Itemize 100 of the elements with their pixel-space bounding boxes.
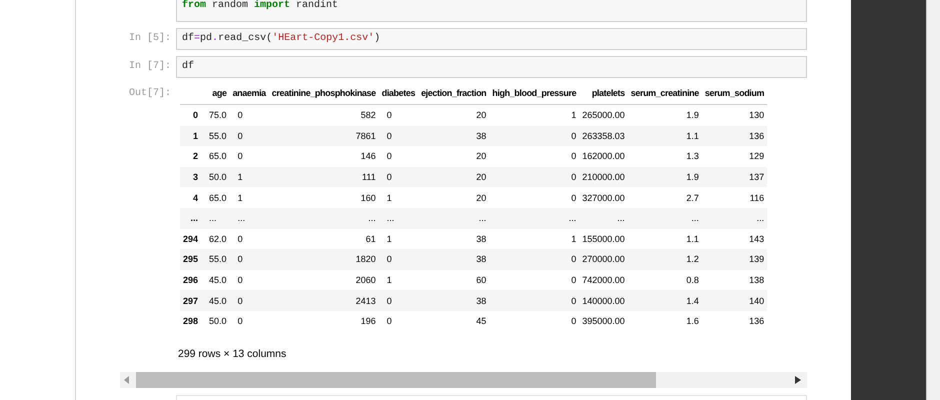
table-cell: 0 [386, 296, 392, 306]
table-cell: 38 [476, 296, 486, 306]
table-cell: 0 [386, 151, 392, 162]
table-cell: 1 [238, 172, 243, 182]
table-cell: 143 [749, 234, 764, 244]
scrollbar-thumb[interactable] [136, 372, 656, 388]
table-cell: 742000.00 [582, 275, 625, 286]
row-index: ... [190, 213, 198, 224]
row-index: 1 [193, 130, 198, 141]
row-index: 4 [193, 192, 198, 203]
table-cell: 1.6 [686, 316, 699, 326]
code-cell[interactable] [176, 394, 807, 400]
table-cell: 7861 [356, 130, 376, 141]
column-header: platelets [592, 88, 625, 98]
table-cell: 1 [571, 110, 576, 120]
table-cell: 160 [360, 192, 376, 203]
column-header: serum_sodium [704, 88, 764, 98]
table-cell: 1 [386, 234, 392, 244]
table-cell: 65.0 [209, 151, 227, 162]
table-cell: 138 [749, 275, 764, 286]
table-cell: 139 [749, 254, 764, 264]
table-cell: 0 [571, 172, 576, 182]
table-cell: 20 [476, 172, 486, 182]
table-cell: 265000.00 [582, 110, 625, 120]
table-cell: 62.0 [209, 234, 227, 244]
row-index: 295 [183, 254, 198, 264]
table-cell: ... [209, 213, 217, 224]
code-cell[interactable]: df=pd.read_csv('HEart-Copy1.csv') [176, 28, 807, 50]
table-cell: 0.8 [686, 275, 699, 286]
table-cell: 0 [238, 275, 243, 286]
table-cell: ... [238, 213, 246, 224]
table-cell: 1.9 [686, 110, 699, 120]
table-cell: ... [756, 213, 764, 224]
table-cell: 55.0 [209, 254, 227, 264]
table-cell: 45.0 [209, 275, 227, 286]
table-cell: 2.7 [686, 192, 699, 203]
table-cell: 0 [386, 130, 392, 141]
row-index: 2 [193, 151, 198, 162]
table-cell: 196 [360, 316, 376, 326]
column-header: serum_creatinine [630, 88, 699, 98]
column-header: ejection_fraction [421, 88, 486, 98]
column-header: anaemia [232, 88, 266, 98]
table-cell: 50.0 [209, 172, 227, 182]
table-cell: ... [386, 213, 394, 224]
table-cell: ... [617, 213, 625, 224]
table-cell: 140000.00 [582, 296, 625, 306]
table-cell: 38 [476, 234, 486, 244]
table-cell: ... [478, 213, 486, 224]
table-cell: ... [368, 213, 376, 224]
table-cell: 0 [386, 254, 392, 264]
table-cell: 1 [571, 234, 576, 244]
row-index: 298 [183, 316, 198, 326]
table-cell: 130 [749, 110, 764, 120]
table-summary: 299 rows × 13 columns [178, 348, 288, 360]
scroll-right-icon[interactable] [795, 376, 801, 384]
table-cell: 50.0 [209, 316, 227, 326]
table-cell: 60 [476, 275, 486, 286]
column-header: age [212, 88, 227, 98]
table-cell: 1 [238, 192, 243, 203]
column-header: diabetes [382, 88, 416, 98]
table-cell: 582 [360, 110, 376, 120]
table-cell: 0 [571, 296, 576, 306]
table-cell: 1.1 [686, 234, 699, 244]
table-cell: 0 [571, 192, 576, 203]
table-cell: 65.0 [209, 192, 227, 203]
table-cell: 1 [386, 275, 392, 286]
table-cell: 0 [238, 151, 243, 162]
table-cell: 0 [386, 110, 392, 120]
column-header: high_blood_pressure [492, 88, 576, 98]
table-cell: 20 [476, 192, 486, 203]
table-cell: 270000.00 [582, 254, 625, 264]
scroll-left-icon[interactable] [124, 376, 130, 384]
input-prompt: In [7]: [128, 61, 171, 72]
table-cell: 136 [749, 130, 764, 141]
table-cell: 61 [366, 234, 376, 244]
table-cell: 111 [362, 172, 376, 182]
table-cell: 45.0 [209, 296, 227, 306]
table-cell: 0 [238, 316, 243, 326]
table-cell: 146 [360, 151, 376, 162]
output-prompt: Out[7]: [128, 88, 171, 99]
table-cell: 1.3 [686, 151, 699, 162]
table-cell: 1820 [356, 254, 376, 264]
table-cell: 0 [238, 130, 243, 141]
code-cell[interactable]: df [176, 56, 807, 78]
table-cell: 116 [750, 192, 764, 203]
column-header: creatinine_phosphokinase [272, 88, 376, 98]
row-index: 294 [183, 234, 198, 244]
table-cell: 210000.00 [582, 172, 625, 182]
table-cell: 1.2 [686, 254, 699, 264]
horizontal-scrollbar[interactable] [120, 372, 807, 388]
table-cell: 1.4 [686, 296, 699, 306]
table-cell: 0 [238, 234, 243, 244]
table-cell: 0 [571, 151, 576, 162]
table-cell: 0 [571, 130, 576, 141]
table-cell: 155000.00 [582, 234, 625, 244]
table-cell: 129 [749, 151, 764, 162]
table-cell: 162000.00 [582, 151, 625, 162]
table-cell: ... [691, 213, 699, 224]
table-cell: 2060 [356, 275, 376, 286]
table-cell: 0 [386, 316, 392, 326]
